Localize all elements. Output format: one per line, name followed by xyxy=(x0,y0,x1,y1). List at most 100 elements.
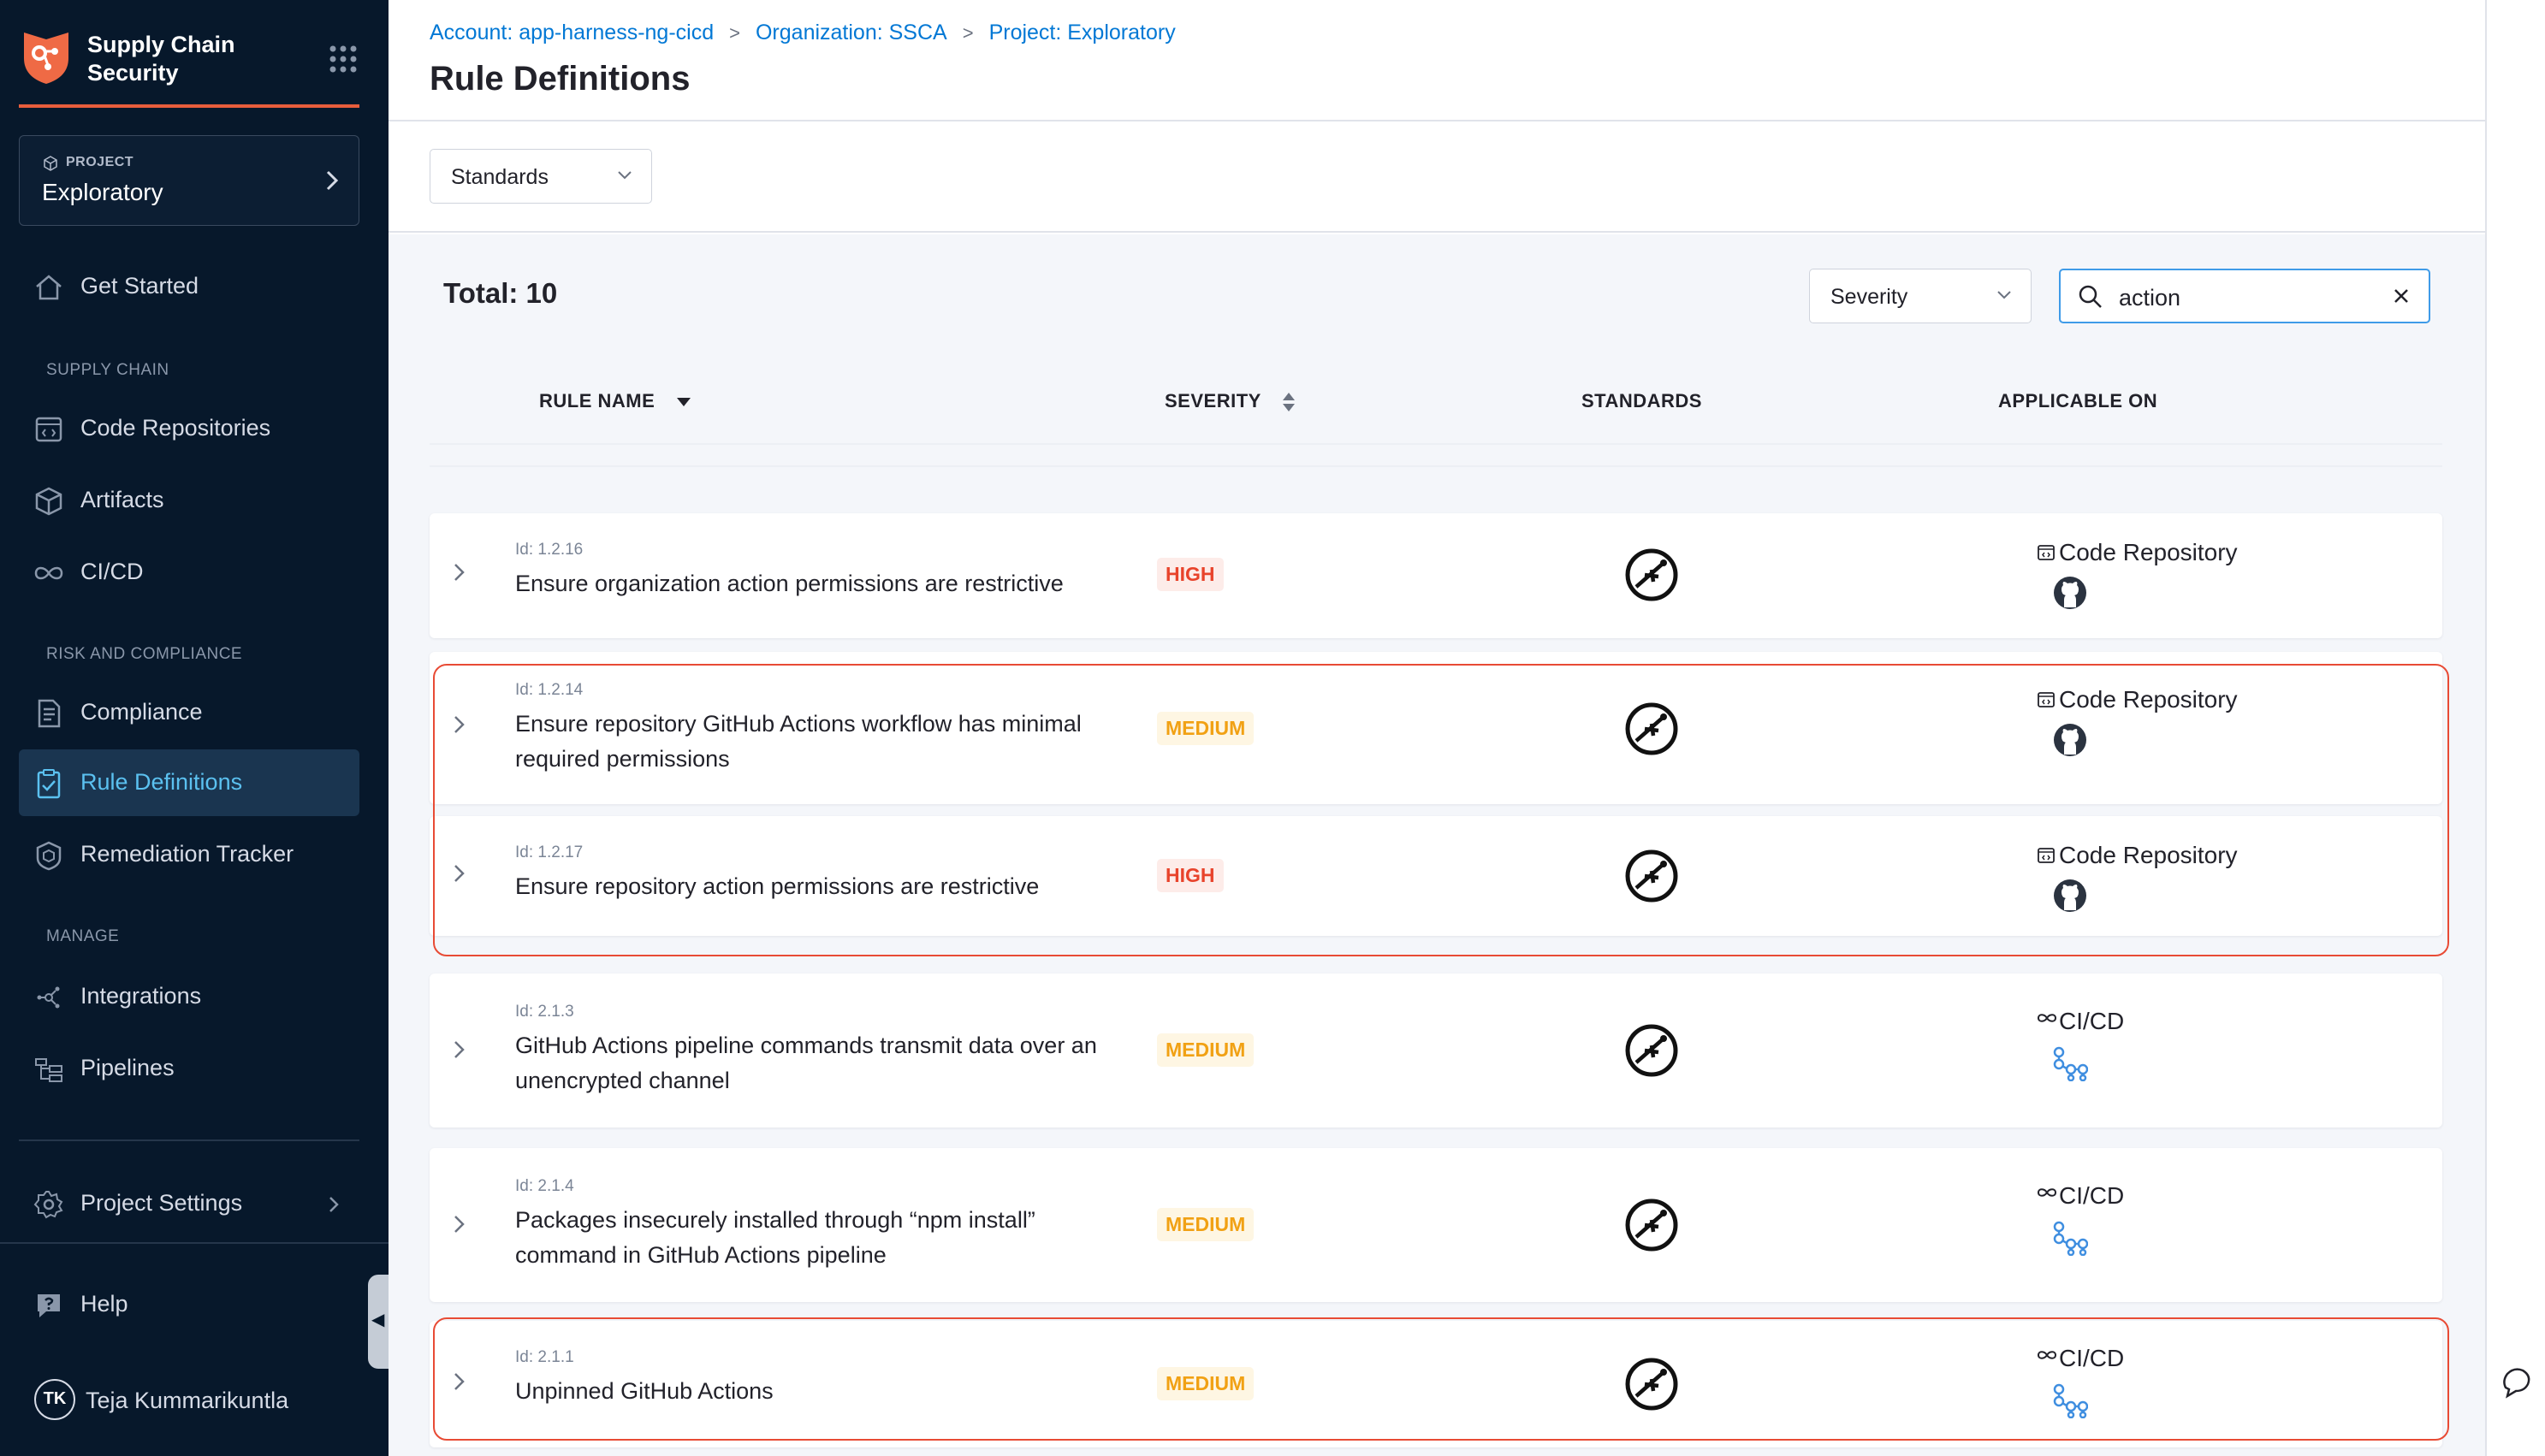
owasp-icon xyxy=(1625,702,1678,755)
column-applicable-on: APPLICABLE ON xyxy=(1998,390,2158,411)
chat-support-icon[interactable] xyxy=(2499,1362,2536,1400)
table-row[interactable]: Id: 2.1.3 GitHub Actions pipeline comman… xyxy=(430,974,2442,1128)
sidebar-item-pipelines[interactable]: Pipelines xyxy=(19,1035,359,1102)
column-rule-name[interactable]: RULE NAME xyxy=(539,390,691,412)
infinity-icon xyxy=(2037,1351,2057,1359)
user-name[interactable]: Teja Kummarikuntla xyxy=(86,1388,288,1414)
breadcrumb-organization[interactable]: Organization: SSCA xyxy=(756,21,947,44)
close-icon[interactable] xyxy=(2391,286,2412,306)
table-row[interactable]: Id: 2.1.4 Packages insecurely installed … xyxy=(430,1148,2442,1302)
section-risk-and-compliance: RISK AND COMPLIANCE xyxy=(46,645,243,663)
ssca-logo-icon xyxy=(24,33,68,84)
table-row[interactable]: Id: 2.1.1 Unpinned GitHub Actions MEDIUM… xyxy=(430,1321,2442,1447)
sidebar-item-remediation-tracker[interactable]: Remediation Tracker xyxy=(19,821,359,888)
sidebar-item-project-settings[interactable]: Project Settings xyxy=(19,1170,359,1237)
collapse-arrow-icon: ◀ xyxy=(371,1311,385,1329)
avatar[interactable]: TK xyxy=(34,1379,75,1420)
table-row[interactable]: Id: 1.2.16 Ensure organization action pe… xyxy=(430,513,2442,638)
column-standards: STANDARDS xyxy=(1581,390,1702,411)
right-rail xyxy=(2485,0,2545,1456)
sidebar-item-cicd[interactable]: CI/CD xyxy=(19,539,359,606)
pipeline-icon xyxy=(2053,1221,2088,1256)
table-header-divider xyxy=(430,465,2442,467)
clipboard-check-icon xyxy=(37,769,61,799)
page-title: Rule Definitions xyxy=(430,60,691,98)
severity-badge: MEDIUM xyxy=(1157,1033,1255,1067)
sidebar-divider-bottom xyxy=(0,1242,389,1244)
github-icon xyxy=(2054,724,2086,756)
sidebar-item-code-repositories[interactable]: Code Repositories xyxy=(19,395,359,462)
gear-icon xyxy=(33,1191,63,1219)
severity-badge: MEDIUM xyxy=(1157,1367,1255,1400)
sidebar-item-integrations[interactable]: Integrations xyxy=(19,963,359,1030)
project-selector[interactable]: PROJECT Exploratory xyxy=(19,135,359,226)
sidebar-collapse-handle[interactable]: ◀ xyxy=(368,1275,389,1369)
chevron-right-icon[interactable] xyxy=(448,561,471,583)
rule-id: Id: 2.1.1 xyxy=(515,1348,574,1366)
rule-name: Unpinned GitHub Actions xyxy=(515,1378,774,1404)
severity-badge: MEDIUM xyxy=(1157,1208,1255,1241)
breadcrumb-account[interactable]: Account: app-harness-ng-cicd xyxy=(430,21,714,44)
sort-icon xyxy=(1283,393,1296,412)
cube-icon xyxy=(44,156,57,171)
total-count: Total: 10 xyxy=(443,277,558,309)
brand-title: Supply Chain Security xyxy=(87,32,235,86)
search-input[interactable]: action xyxy=(2059,269,2430,323)
rule-id: Id: 1.2.16 xyxy=(515,541,584,559)
brand-header: Supply Chain Security xyxy=(19,22,359,108)
code-repository-icon xyxy=(2038,848,2055,863)
applicable-on-label: CI/CD xyxy=(2037,1345,2124,1372)
rule-name: Ensure organization action permissions a… xyxy=(515,571,1064,596)
rule-id: Id: 1.2.17 xyxy=(515,843,584,861)
app-switcher-icon[interactable] xyxy=(327,43,359,75)
sidebar-item-compliance[interactable]: Compliance xyxy=(19,679,359,746)
pipeline-icon xyxy=(2053,1046,2088,1081)
code-repository-icon xyxy=(2038,692,2055,707)
infinity-icon xyxy=(34,566,63,580)
page-header: Account: app-harness-ng-cicd > Organizatio… xyxy=(389,0,2485,121)
integrations-icon xyxy=(37,986,60,1009)
chevron-right-icon xyxy=(329,1197,339,1212)
rules-content: Total: 10 Severity action RULE NAME SEVE… xyxy=(389,234,2485,1456)
sidebar-item-rule-definitions[interactable]: Rule Definitions xyxy=(19,749,359,816)
pipelines-icon xyxy=(35,1058,62,1082)
document-icon xyxy=(38,699,61,728)
chevron-down-icon xyxy=(618,171,632,180)
applicable-on-label: CI/CD xyxy=(2037,1182,2124,1210)
sidebar: Supply Chain Security PROJECT Explorator… xyxy=(0,0,389,1456)
sidebar-divider xyxy=(19,1139,359,1141)
chevron-right-icon[interactable] xyxy=(448,1213,471,1235)
chevron-right-icon[interactable] xyxy=(448,1370,471,1393)
column-severity[interactable]: SEVERITY xyxy=(1165,390,1296,413)
sidebar-item-get-started[interactable]: Get Started xyxy=(19,253,359,320)
search-value[interactable]: action xyxy=(2119,285,2180,311)
project-kicker: PROJECT xyxy=(42,155,133,171)
rule-id: Id: 1.2.14 xyxy=(515,681,584,699)
chevron-right-icon[interactable] xyxy=(448,713,471,736)
breadcrumb-project[interactable]: Project: Exploratory xyxy=(989,21,1176,44)
pipeline-icon xyxy=(2053,1383,2088,1418)
standards-dropdown[interactable]: Standards xyxy=(430,149,652,204)
severity-badge: HIGH xyxy=(1157,558,1224,591)
github-icon xyxy=(2054,879,2086,912)
applicable-on-label: Code Repository xyxy=(2038,686,2238,713)
table-row[interactable]: Id: 1.2.17 Ensure repository action perm… xyxy=(430,816,2442,936)
sidebar-item-help[interactable]: Help xyxy=(19,1271,359,1338)
rule-name: Packages insecurely installed through “n… xyxy=(515,1207,1035,1268)
chevron-right-icon[interactable] xyxy=(448,862,471,885)
infinity-icon xyxy=(2037,1014,2057,1022)
owasp-icon xyxy=(1625,1199,1678,1252)
breadcrumb-chevron-icon: > xyxy=(729,22,740,44)
help-chat-icon xyxy=(38,1294,60,1317)
chevron-right-icon xyxy=(326,170,339,191)
rule-name: Ensure repository GitHub Actions workflo… xyxy=(515,711,1082,772)
rule-id: Id: 2.1.3 xyxy=(515,1003,574,1021)
chevron-right-icon[interactable] xyxy=(448,1039,471,1061)
severity-badge: MEDIUM xyxy=(1157,712,1255,745)
breadcrumb: Account: app-harness-ng-cicd > Organizatio… xyxy=(430,21,1176,45)
table-header-divider xyxy=(430,443,2442,445)
severity-dropdown[interactable]: Severity xyxy=(1809,269,2032,323)
sidebar-item-artifacts[interactable]: Artifacts xyxy=(19,467,359,534)
table-row[interactable]: Id: 1.2.14 Ensure repository GitHub Acti… xyxy=(430,652,2442,804)
owasp-icon xyxy=(1625,849,1678,903)
